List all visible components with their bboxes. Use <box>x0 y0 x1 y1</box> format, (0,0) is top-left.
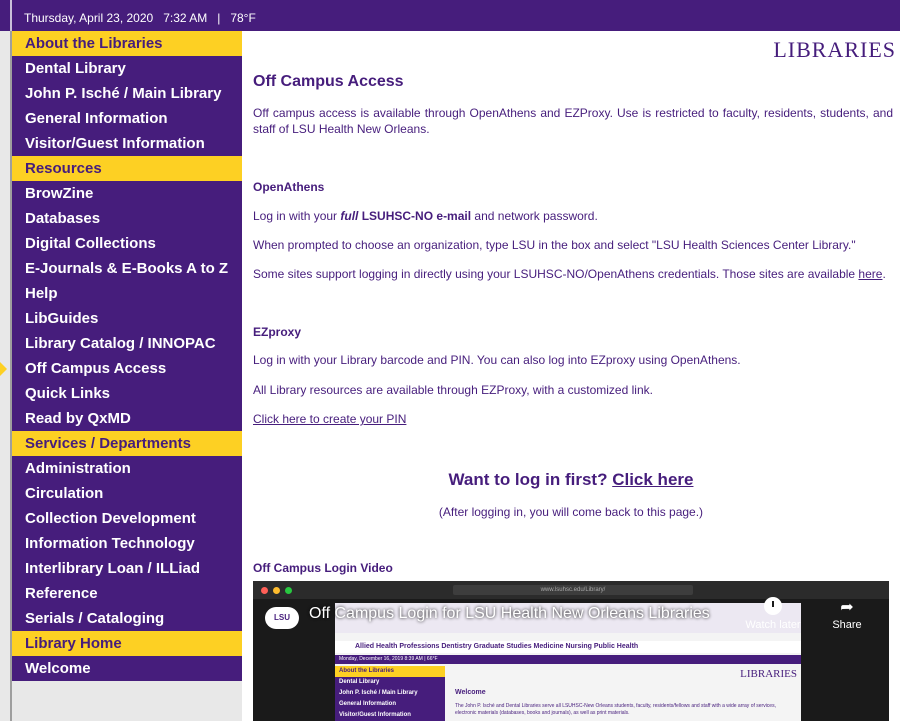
main-content: LIBRARIES Off Campus Access Off campus a… <box>242 31 900 721</box>
sidebar-item-browzine[interactable]: BrowZine <box>12 181 242 206</box>
openathens-email-bold: LSUHSC-NO e-mail <box>358 209 472 223</box>
sidebar-item-libguides[interactable]: LibGuides <box>12 306 242 331</box>
libraries-logo: LIBRARIES <box>773 37 896 62</box>
sidebar-item-library-catalog-innopac[interactable]: Library Catalog / INNOPAC <box>12 331 242 356</box>
video-title[interactable]: Off Campus Login for LSU Health New Orle… <box>309 605 710 623</box>
sidebar-item-digital-collections[interactable]: Digital Collections <box>12 231 242 256</box>
sidebar-heading-resources[interactable]: Resources <box>12 156 242 181</box>
sidebar-item-read-by-qxmd[interactable]: Read by QxMD <box>12 406 242 431</box>
sidebar-item-visitor-guest-information[interactable]: Visitor/Guest Information <box>12 131 242 156</box>
sidebar-item-circulation[interactable]: Circulation <box>12 481 242 506</box>
openathens-line-1-post: and network password. <box>471 209 598 223</box>
watch-later-label: Watch later <box>745 619 801 631</box>
page-title: Off Campus Access <box>253 73 404 90</box>
thumb-text: The John P. Isché and Dental Libraries s… <box>455 703 776 716</box>
thumb-welcome: Welcome <box>455 689 486 696</box>
left-gutter <box>0 31 12 721</box>
sidebar-heading-library-home[interactable]: Library Home <box>12 631 242 656</box>
sidebar-item-administration[interactable]: Administration <box>12 456 242 481</box>
openathens-here-link[interactable]: here <box>858 267 882 281</box>
share-label: Share <box>832 619 862 631</box>
thumb-date-bar: Monday, December 16, 2019 8:39 AM | 66°F <box>335 655 801 664</box>
openathens-line-3-pre: Some sites support logging in directly u… <box>253 267 859 281</box>
share-arrow-icon: ➦ <box>840 599 854 616</box>
create-pin-line: Click here to create your PIN <box>253 412 406 426</box>
thumb-sidebar-item: General Information <box>335 699 445 710</box>
sidebar-item-reference[interactable]: Reference <box>12 581 242 606</box>
thumb-sidebar-item: John P. Isché / Main Library <box>335 688 445 699</box>
watch-later-button[interactable]: Watch later <box>743 597 803 631</box>
sidebar-item-john-p-isch-main-library[interactable]: John P. Isché / Main Library <box>12 81 242 106</box>
minimize-dot-icon <box>273 587 280 594</box>
share-button[interactable]: ➦ Share <box>827 597 867 631</box>
login-click-here-link[interactable]: Click here <box>612 470 693 489</box>
thumb-menu: Allied Health Professions Dentistry Grad… <box>335 641 801 653</box>
create-pin-link[interactable]: Click here to create your PIN <box>253 412 406 426</box>
video-heading: Off Campus Login Video <box>253 561 393 575</box>
sidebar-heading-services-departments[interactable]: Services / Departments <box>12 431 242 456</box>
date-time-weather: Thursday, April 23, 2020 7:32 AM | 78°F <box>24 11 256 25</box>
thumb-logo: LIBRARIES <box>740 668 797 680</box>
sidebar-item-information-technology[interactable]: Information Technology <box>12 531 242 556</box>
openathens-heading: OpenAthens <box>253 180 325 194</box>
openathens-line-3-post: . <box>882 267 886 281</box>
openathens-line-1-pre: Log in with your <box>253 209 341 223</box>
openathens-full-emphasis: full <box>340 209 359 223</box>
sidebar-item-dental-library[interactable]: Dental Library <box>12 56 242 81</box>
video-player[interactable]: www.lsuhsc.edu/Library/ Allied Health Pr… <box>253 581 889 721</box>
top-info-bar: Thursday, April 23, 2020 7:32 AM | 78°F <box>0 0 900 31</box>
thumb-sidebar-item: About the Libraries <box>335 666 445 677</box>
sidebar-item-welcome[interactable]: Welcome <box>12 656 242 681</box>
thumb-sidebar-item: Dental Library <box>335 677 445 688</box>
sidebar-item-collection-development[interactable]: Collection Development <box>12 506 242 531</box>
sidebar-item-quick-links[interactable]: Quick Links <box>12 381 242 406</box>
maximize-dot-icon <box>285 587 292 594</box>
login-first-prompt: Want to log in first? Click here <box>242 470 900 490</box>
sidebar-item-off-campus-access[interactable]: Off Campus Access <box>12 356 242 381</box>
openathens-line-1: Log in with your full LSUHSC-NO e-mail a… <box>253 209 598 223</box>
ezproxy-line-1: Log in with your Library barcode and PIN… <box>253 353 741 367</box>
sidebar-item-general-information[interactable]: General Information <box>12 106 242 131</box>
sidebar-nav: About the Libraries Dental Library John P.… <box>12 31 242 721</box>
topbar-divider <box>10 0 12 31</box>
sidebar-item-databases[interactable]: Databases <box>12 206 242 231</box>
openathens-line-2: When prompted to choose an organization,… <box>253 238 856 252</box>
sidebar-heading-about-the-libraries[interactable]: About the Libraries <box>12 31 242 56</box>
sidebar-item-serials-cataloging[interactable]: Serials / Cataloging <box>12 606 242 631</box>
clock-icon <box>764 597 782 615</box>
close-dot-icon <box>261 587 268 594</box>
login-first-note: (After logging in, you will come back to… <box>438 505 704 519</box>
thumb-sidebar-item: Visitor/Guest Information <box>335 710 445 721</box>
thumb-sidebar: About the Libraries Dental Library John P.… <box>335 666 445 721</box>
intro-paragraph: Off campus access is available through O… <box>253 106 893 136</box>
ezproxy-line-2: All Library resources are available thro… <box>253 383 653 397</box>
sidebar-item-interlibrary-loan-illiad[interactable]: Interlibrary Loan / ILLiad <box>12 556 242 581</box>
openathens-line-3: Some sites support logging in directly u… <box>253 267 886 281</box>
login-first-text: Want to log in first? <box>448 470 613 489</box>
sidebar-item-help[interactable]: Help <box>12 281 242 306</box>
ezproxy-heading: EZproxy <box>253 325 302 339</box>
video-url-bar: www.lsuhsc.edu/Library/ <box>453 585 693 595</box>
current-page-arrow-icon <box>0 362 7 376</box>
sidebar-item-e-journals-e-books-a-to-z[interactable]: E-Journals & E-Books A to Z <box>12 256 242 281</box>
channel-avatar[interactable]: LSU <box>265 607 299 629</box>
